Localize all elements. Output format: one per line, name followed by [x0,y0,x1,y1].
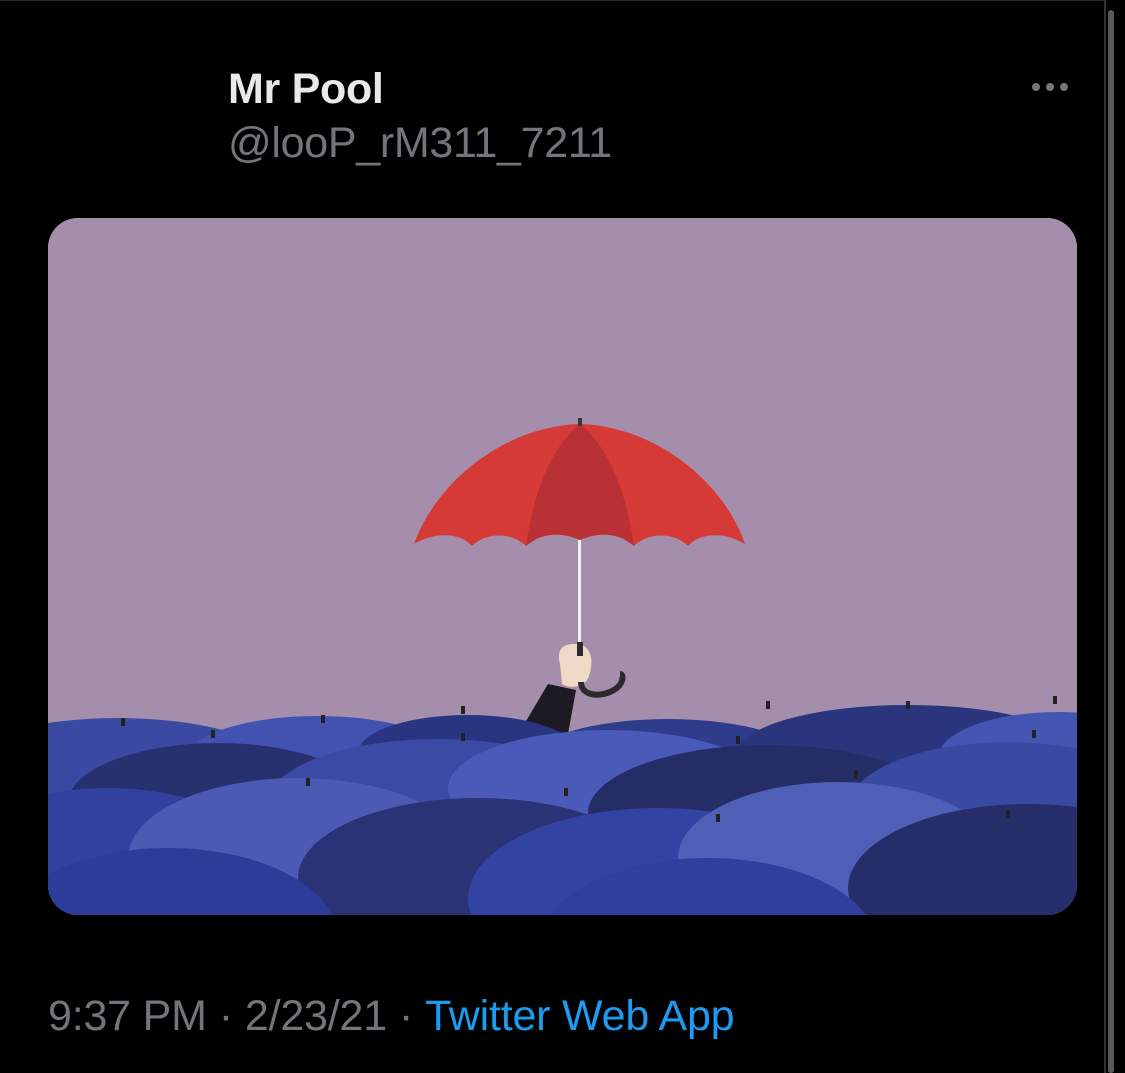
author-handle[interactable]: @looP_rM311_7211 [228,118,612,168]
scrollbar[interactable] [1108,10,1114,1073]
top-divider [0,0,1104,1]
tweet-source-link[interactable]: Twitter Web App [425,992,734,1040]
meta-separator: · [218,992,233,1040]
tweet-time[interactable]: 9:37 PM [48,992,207,1040]
tweet-detail-screen: Mr Pool @looP_rM311_7211 9:37 PM · 2/23/… [0,0,1125,1073]
column-divider [1104,0,1106,1073]
more-horizontal-icon [1060,83,1068,91]
more-horizontal-icon [1032,83,1040,91]
hand [558,643,592,687]
tweet-media-image[interactable] [48,218,1077,915]
tweet-metadata: 9:37 PM · 2/23/21 · Twitter Web App [48,990,735,1042]
more-options-button[interactable] [1022,72,1078,102]
umbrella-illustration [48,218,1077,915]
tweet-date[interactable]: 2/23/21 [245,992,387,1040]
author-display-name[interactable]: Mr Pool [228,64,384,114]
more-horizontal-icon [1046,83,1054,91]
meta-separator: · [398,992,414,1040]
